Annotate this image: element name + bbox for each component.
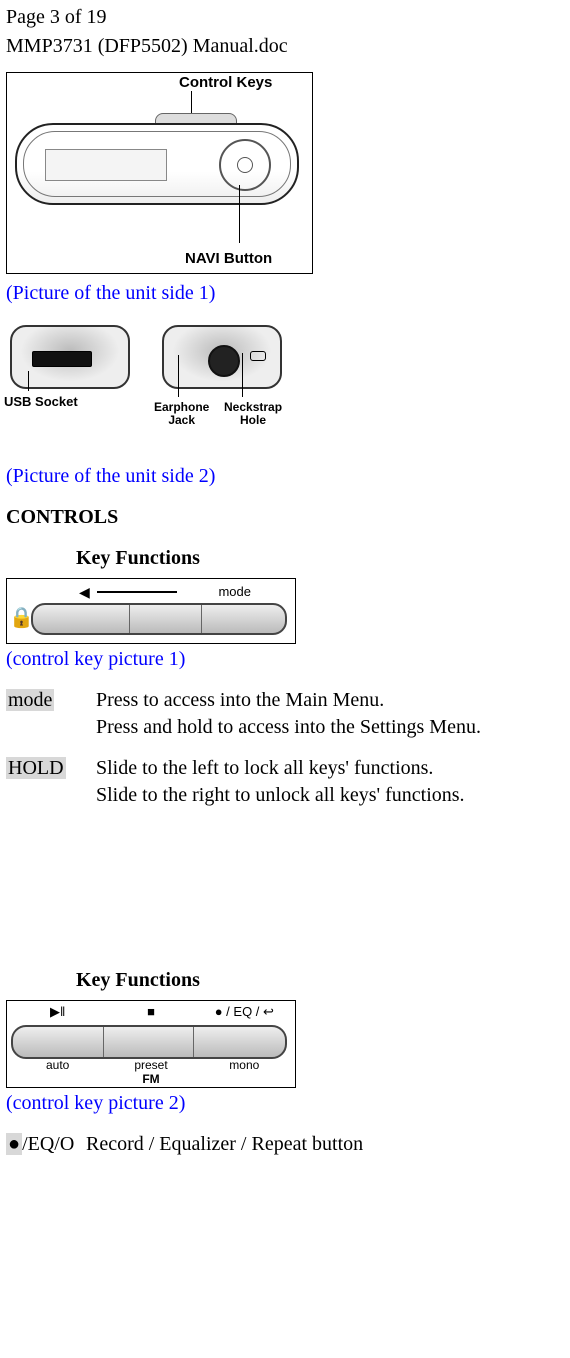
key-description: Press to access into the Main Menu. Pres… xyxy=(96,687,564,741)
subheading-key-functions-2: Key Functions xyxy=(6,967,564,994)
neckstrap-hole xyxy=(250,351,266,361)
label-neckstrap-hole: Neckstrap Hole xyxy=(224,401,282,427)
caption-unit-side-1: (Picture of the unit side 1) xyxy=(6,280,564,307)
label-control-keys: Control Keys xyxy=(179,73,272,93)
figure-control-key-2: ▶ǁ ■ ● / EQ / ↩ auto preset mono FM xyxy=(6,1000,296,1088)
key-description: Slide to the left to lock all keys' func… xyxy=(96,755,564,809)
key-desc-text: Record / Equalizer / Repeat button xyxy=(86,1133,363,1155)
label-earphone-jack-l2: Jack xyxy=(168,413,195,427)
figure-control-key-1: 🔒 ◀ mode xyxy=(6,578,296,644)
rec-icon: ● xyxy=(6,1133,22,1155)
key-desc-row: mode Press to access into the Main Menu.… xyxy=(6,687,564,741)
segment-divider xyxy=(193,1027,194,1057)
key-description: Record / Equalizer / Repeat button xyxy=(86,1131,564,1158)
usb-slot xyxy=(32,351,92,367)
label-earphone-jack: Earphone Jack xyxy=(154,401,209,427)
device-screen xyxy=(45,149,167,181)
caption-control-key-2: (control key picture 2) xyxy=(6,1090,564,1117)
key-desc-line1: Slide to the left to lock all keys' func… xyxy=(96,757,433,779)
fm-label: FM xyxy=(7,1071,295,1087)
key-label: HOLD xyxy=(6,755,96,782)
label-earphone-jack-l1: Earphone xyxy=(154,400,209,414)
top-label-rec-eq-repeat: ● / EQ / ↩ xyxy=(198,1003,291,1021)
earphone-jack xyxy=(208,345,240,377)
caption-control-key-1: (control key picture 1) xyxy=(6,646,564,673)
arrow-line xyxy=(97,591,177,593)
control-strip-2 xyxy=(11,1025,287,1059)
key-desc-line2: Press and hold to access into the Settin… xyxy=(96,716,481,738)
device-body xyxy=(15,123,299,205)
arrow-left-icon: ◀ xyxy=(79,583,90,602)
key-label-text: mode xyxy=(6,689,54,711)
caption-unit-side-2: (Picture of the unit side 2) xyxy=(6,463,564,490)
page-number: Page 3 of 19 xyxy=(6,4,564,31)
figure-unit-sides: USB Socket Earphone Jack Neckstrap Hole xyxy=(6,321,294,461)
section-controls-heading: CONTROLS xyxy=(6,504,564,531)
key-label-rest: /EQ/O xyxy=(22,1133,74,1155)
control-strip-1 xyxy=(31,603,287,635)
doc-filename: MMP3731 (DFP5502) Manual.doc xyxy=(6,33,564,60)
key-desc-line2: Slide to the right to unlock all keys' f… xyxy=(96,784,465,806)
key-desc-row: ●/EQ/O Record / Equalizer / Repeat butto… xyxy=(6,1131,564,1158)
label-neckstrap-l1: Neckstrap xyxy=(224,400,282,414)
segment-divider xyxy=(103,1027,104,1057)
figure-unit-front: Control Keys NAVI Button xyxy=(6,72,313,274)
top-labels: ▶ǁ ■ ● / EQ / ↩ xyxy=(11,1003,291,1021)
top-label-play-pause: ▶ǁ xyxy=(11,1003,104,1021)
key-label: ●/EQ/O xyxy=(6,1131,86,1158)
device-navi-wheel xyxy=(219,139,271,191)
whitespace-gap xyxy=(6,823,564,953)
key-desc-line1: Press to access into the Main Menu. xyxy=(96,689,384,711)
key-desc-row: HOLD Slide to the left to lock all keys'… xyxy=(6,755,564,809)
key-label: mode xyxy=(6,687,96,714)
page-header: Page 3 of 19 MMP3731 (DFP5502) Manual.do… xyxy=(6,4,564,60)
label-navi-button: NAVI Button xyxy=(185,249,272,269)
label-neckstrap-l2: Hole xyxy=(240,413,266,427)
top-label-stop: ■ xyxy=(104,1003,197,1021)
subheading-key-functions-1: Key Functions xyxy=(6,545,564,572)
endcap-right xyxy=(162,325,282,389)
label-usb-socket: USB Socket xyxy=(4,393,78,411)
key-label-text: HOLD xyxy=(6,757,66,779)
mode-label: mode xyxy=(218,583,251,601)
